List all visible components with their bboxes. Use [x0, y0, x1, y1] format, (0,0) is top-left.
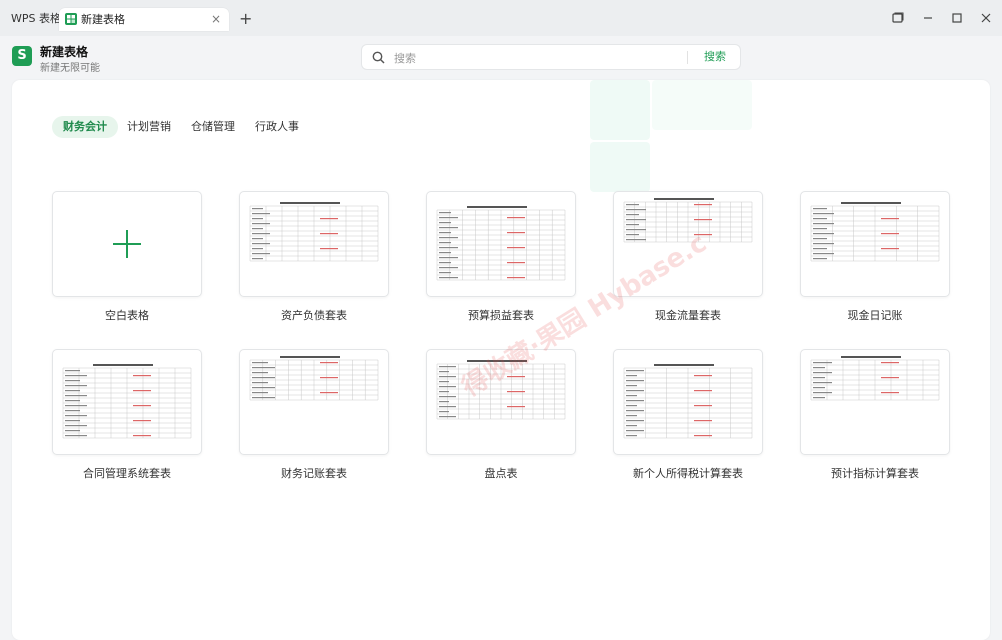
- template-label: 新个人所得税计算套表: [633, 467, 743, 480]
- restore-window-icon[interactable]: [890, 10, 906, 26]
- page-title: 新建表格: [40, 45, 89, 59]
- plus-icon: [113, 230, 141, 258]
- tab-finance-accounting[interactable]: 财务会计: [52, 116, 118, 138]
- new-tab-button[interactable]: +: [239, 9, 252, 29]
- background-decoration: [652, 80, 752, 130]
- template-preview-icon: [623, 198, 753, 243]
- template-thumbnail[interactable]: [239, 349, 389, 455]
- search-divider: [687, 51, 688, 64]
- minimize-icon[interactable]: [920, 10, 936, 26]
- template-thumbnail[interactable]: [239, 191, 389, 297]
- tab-planning-marketing[interactable]: 计划营销: [116, 116, 182, 138]
- template-preview-icon: [249, 356, 379, 401]
- search-bar: 搜索: [361, 44, 741, 70]
- template-label: 财务记账套表: [281, 467, 347, 480]
- template-label: 空白表格: [105, 309, 149, 322]
- template-preview-icon: [810, 356, 940, 401]
- template-label: 合同管理系统套表: [83, 467, 171, 480]
- template-thumbnail[interactable]: [426, 191, 576, 297]
- template-label: 预计指标计算套表: [831, 467, 919, 480]
- template-label: 盘点表: [484, 467, 518, 480]
- template-preview-icon: [436, 360, 566, 420]
- template-label: 现金流量套表: [655, 309, 721, 322]
- template-panel: 财务会计 计划营销 仓储管理 行政人事 空白表格 资产负债套表 预算损益套表 现金流量…: [12, 80, 990, 640]
- document-tab[interactable]: 新建表格 ×: [59, 8, 229, 31]
- search-icon: [372, 51, 385, 64]
- background-decoration: [590, 80, 650, 140]
- page-subtitle: 新建无限可能: [40, 63, 100, 74]
- template-preview-icon: [810, 202, 940, 262]
- template-preview-icon: [249, 202, 379, 262]
- template-thumbnail[interactable]: [613, 349, 763, 455]
- template-thumbnail[interactable]: [52, 349, 202, 455]
- background-decoration: [590, 142, 650, 192]
- template-preview-icon: [436, 206, 566, 281]
- close-window-icon[interactable]: [978, 10, 994, 26]
- title-bar: WPS 表格 新建表格 × +: [0, 0, 1002, 36]
- maximize-icon[interactable]: [949, 10, 965, 26]
- tab-warehouse-management[interactable]: 仓储管理: [180, 116, 246, 138]
- search-input[interactable]: [392, 48, 656, 68]
- template-thumbnail[interactable]: [800, 191, 950, 297]
- close-tab-icon[interactable]: ×: [211, 8, 221, 31]
- wps-sheet-logo: S: [12, 46, 32, 66]
- template-preview-icon: [623, 364, 753, 439]
- template-label: 预算损益套表: [468, 309, 534, 322]
- template-thumbnail[interactable]: [800, 349, 950, 455]
- template-label: 现金日记账: [847, 309, 903, 322]
- search-button[interactable]: 搜索: [704, 45, 726, 69]
- spreadsheet-icon: [65, 13, 77, 25]
- template-label: 资产负债套表: [281, 309, 347, 322]
- template-thumbnail[interactable]: [52, 191, 202, 297]
- document-tab-label: 新建表格: [81, 13, 125, 26]
- template-thumbnail[interactable]: [613, 191, 763, 297]
- tab-admin-hr[interactable]: 行政人事: [244, 116, 310, 138]
- template-preview-icon: [62, 364, 192, 439]
- template-thumbnail[interactable]: [426, 349, 576, 455]
